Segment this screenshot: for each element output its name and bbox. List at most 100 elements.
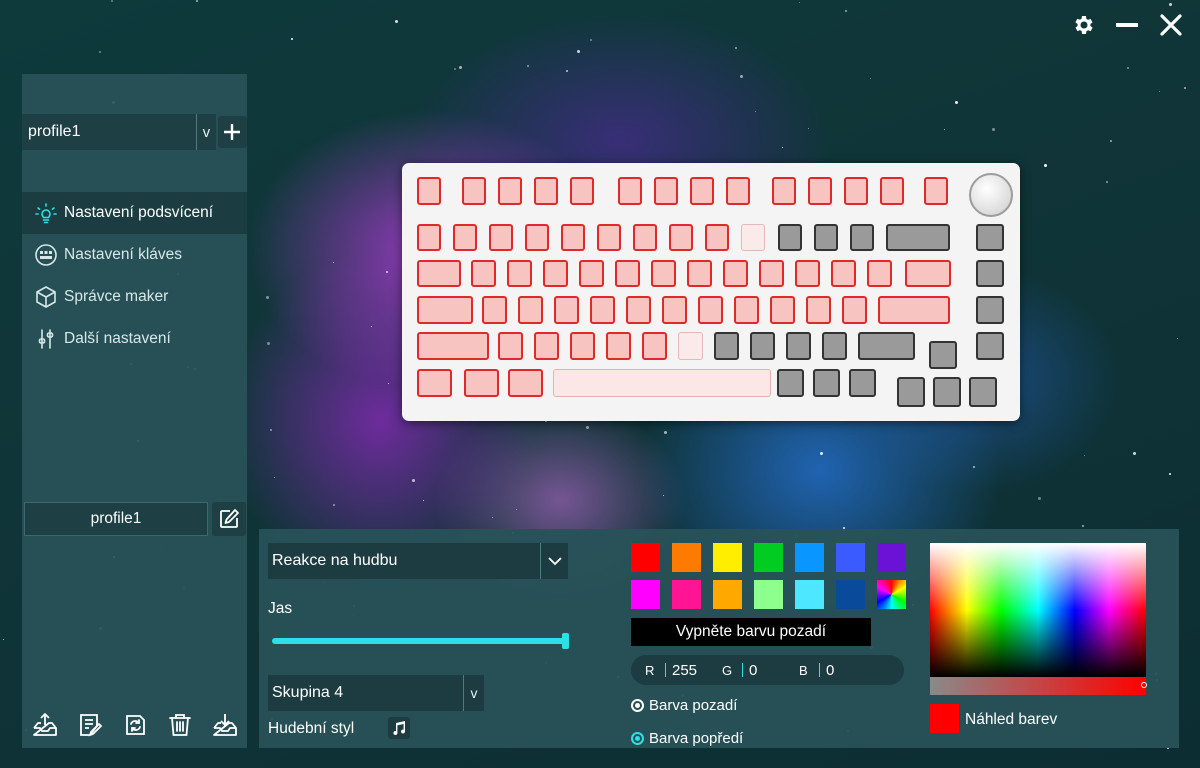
keycap[interactable] [750, 332, 775, 360]
keycap[interactable] [534, 332, 559, 360]
keycap[interactable] [553, 369, 771, 397]
keycap[interactable] [976, 296, 1004, 324]
keycap[interactable] [606, 332, 631, 360]
keycap[interactable] [831, 260, 856, 287]
keycap[interactable] [690, 177, 714, 205]
keycap[interactable] [976, 332, 1004, 360]
keycap[interactable] [543, 260, 568, 287]
keycap[interactable] [698, 296, 723, 324]
brightness-slider-track[interactable] [272, 638, 566, 644]
keycap[interactable] [417, 224, 441, 251]
keycap[interactable] [417, 177, 441, 205]
keycap[interactable] [498, 177, 522, 205]
keycap[interactable] [678, 332, 703, 360]
keycap[interactable] [570, 332, 595, 360]
color-swatch[interactable] [631, 580, 660, 609]
color-hue-slider-knob[interactable] [1141, 682, 1147, 688]
volume-knob[interactable] [969, 173, 1013, 217]
keycap[interactable] [849, 369, 876, 397]
keycap[interactable] [705, 224, 729, 251]
keycap[interactable] [570, 177, 594, 205]
keycap[interactable] [518, 296, 543, 324]
refresh-button[interactable] [120, 710, 150, 740]
color-swatch[interactable] [631, 543, 660, 572]
nav-item-macros[interactable]: Správce maker [22, 276, 247, 318]
keycap[interactable] [786, 332, 811, 360]
color-swatch[interactable] [672, 580, 701, 609]
color-swatch[interactable] [836, 580, 865, 609]
keycap[interactable] [417, 260, 461, 287]
keycap[interactable] [561, 224, 585, 251]
keycap[interactable] [633, 224, 657, 251]
keycap[interactable] [858, 332, 915, 360]
keycap[interactable] [642, 332, 667, 360]
keycap[interactable] [905, 260, 951, 287]
keycap[interactable] [822, 332, 847, 360]
keycap[interactable] [897, 377, 925, 407]
color-swatch[interactable] [713, 543, 742, 572]
radio-background-color[interactable]: Barva pozadí [631, 697, 737, 714]
keycap[interactable] [464, 369, 499, 397]
keycap[interactable] [507, 260, 532, 287]
keycap[interactable] [618, 177, 642, 205]
delete-profile-button[interactable] [165, 710, 195, 740]
settings-gear-icon[interactable] [1070, 12, 1096, 38]
profile-select-caret[interactable]: v [197, 114, 216, 150]
minimize-icon[interactable] [1114, 12, 1140, 38]
keycap[interactable] [844, 177, 868, 205]
keycap[interactable] [508, 369, 543, 397]
keycap[interactable] [471, 260, 496, 287]
add-profile-button[interactable] [217, 116, 247, 148]
keycap[interactable] [626, 296, 651, 324]
radio-foreground-color[interactable]: Barva popředí [631, 730, 743, 747]
keycap[interactable] [554, 296, 579, 324]
swatch-rainbow[interactable] [877, 580, 906, 609]
keycap[interactable] [651, 260, 676, 287]
keycap[interactable] [806, 296, 831, 324]
color-swatch[interactable] [713, 580, 742, 609]
keycap[interactable] [924, 177, 948, 205]
keycap[interactable] [597, 224, 621, 251]
keycap[interactable] [534, 177, 558, 205]
color-swatch[interactable] [754, 543, 783, 572]
keycap[interactable] [795, 260, 820, 287]
keycap[interactable] [741, 224, 765, 251]
color-swatch[interactable] [836, 543, 865, 572]
music-style-button[interactable] [388, 717, 410, 739]
export-profile-button[interactable] [210, 710, 240, 740]
keycap[interactable] [976, 260, 1004, 287]
nav-item-keys[interactable]: Nastavení kláves [22, 234, 247, 276]
color-swatch[interactable] [754, 580, 783, 609]
turn-off-background-button[interactable]: Vypněte barvu pozadí [631, 618, 871, 646]
keycap[interactable] [726, 177, 750, 205]
g-input[interactable]: 0 [749, 662, 799, 679]
keycap[interactable] [654, 177, 678, 205]
keycap[interactable] [814, 224, 838, 251]
profile-name-field[interactable]: profile1 [24, 502, 208, 536]
group-select-caret[interactable]: v [463, 675, 484, 711]
effect-mode-select[interactable]: Reakce na hudbu [268, 543, 540, 579]
keycap[interactable] [880, 177, 904, 205]
radio-foreground-indicator[interactable] [631, 732, 644, 745]
color-swatch[interactable] [795, 580, 824, 609]
color-hue-slider[interactable] [930, 677, 1146, 695]
keycap[interactable] [525, 224, 549, 251]
r-input[interactable]: 255 [672, 662, 722, 679]
color-picker-area[interactable] [930, 543, 1146, 677]
keycap[interactable] [662, 296, 687, 324]
keycap[interactable] [867, 260, 892, 287]
profile-select[interactable]: profile1 [22, 114, 198, 150]
keycap[interactable] [723, 260, 748, 287]
keycap[interactable] [770, 296, 795, 324]
b-input[interactable]: 0 [826, 662, 876, 679]
radio-background-indicator[interactable] [631, 699, 644, 712]
notes-button[interactable] [75, 710, 105, 740]
keycap[interactable] [759, 260, 784, 287]
keycap[interactable] [498, 332, 523, 360]
keycap[interactable] [482, 296, 507, 324]
keycap[interactable] [453, 224, 477, 251]
edit-profile-button[interactable] [212, 502, 246, 536]
keycap[interactable] [842, 296, 867, 324]
keycap[interactable] [579, 260, 604, 287]
import-profile-button[interactable] [30, 710, 60, 740]
